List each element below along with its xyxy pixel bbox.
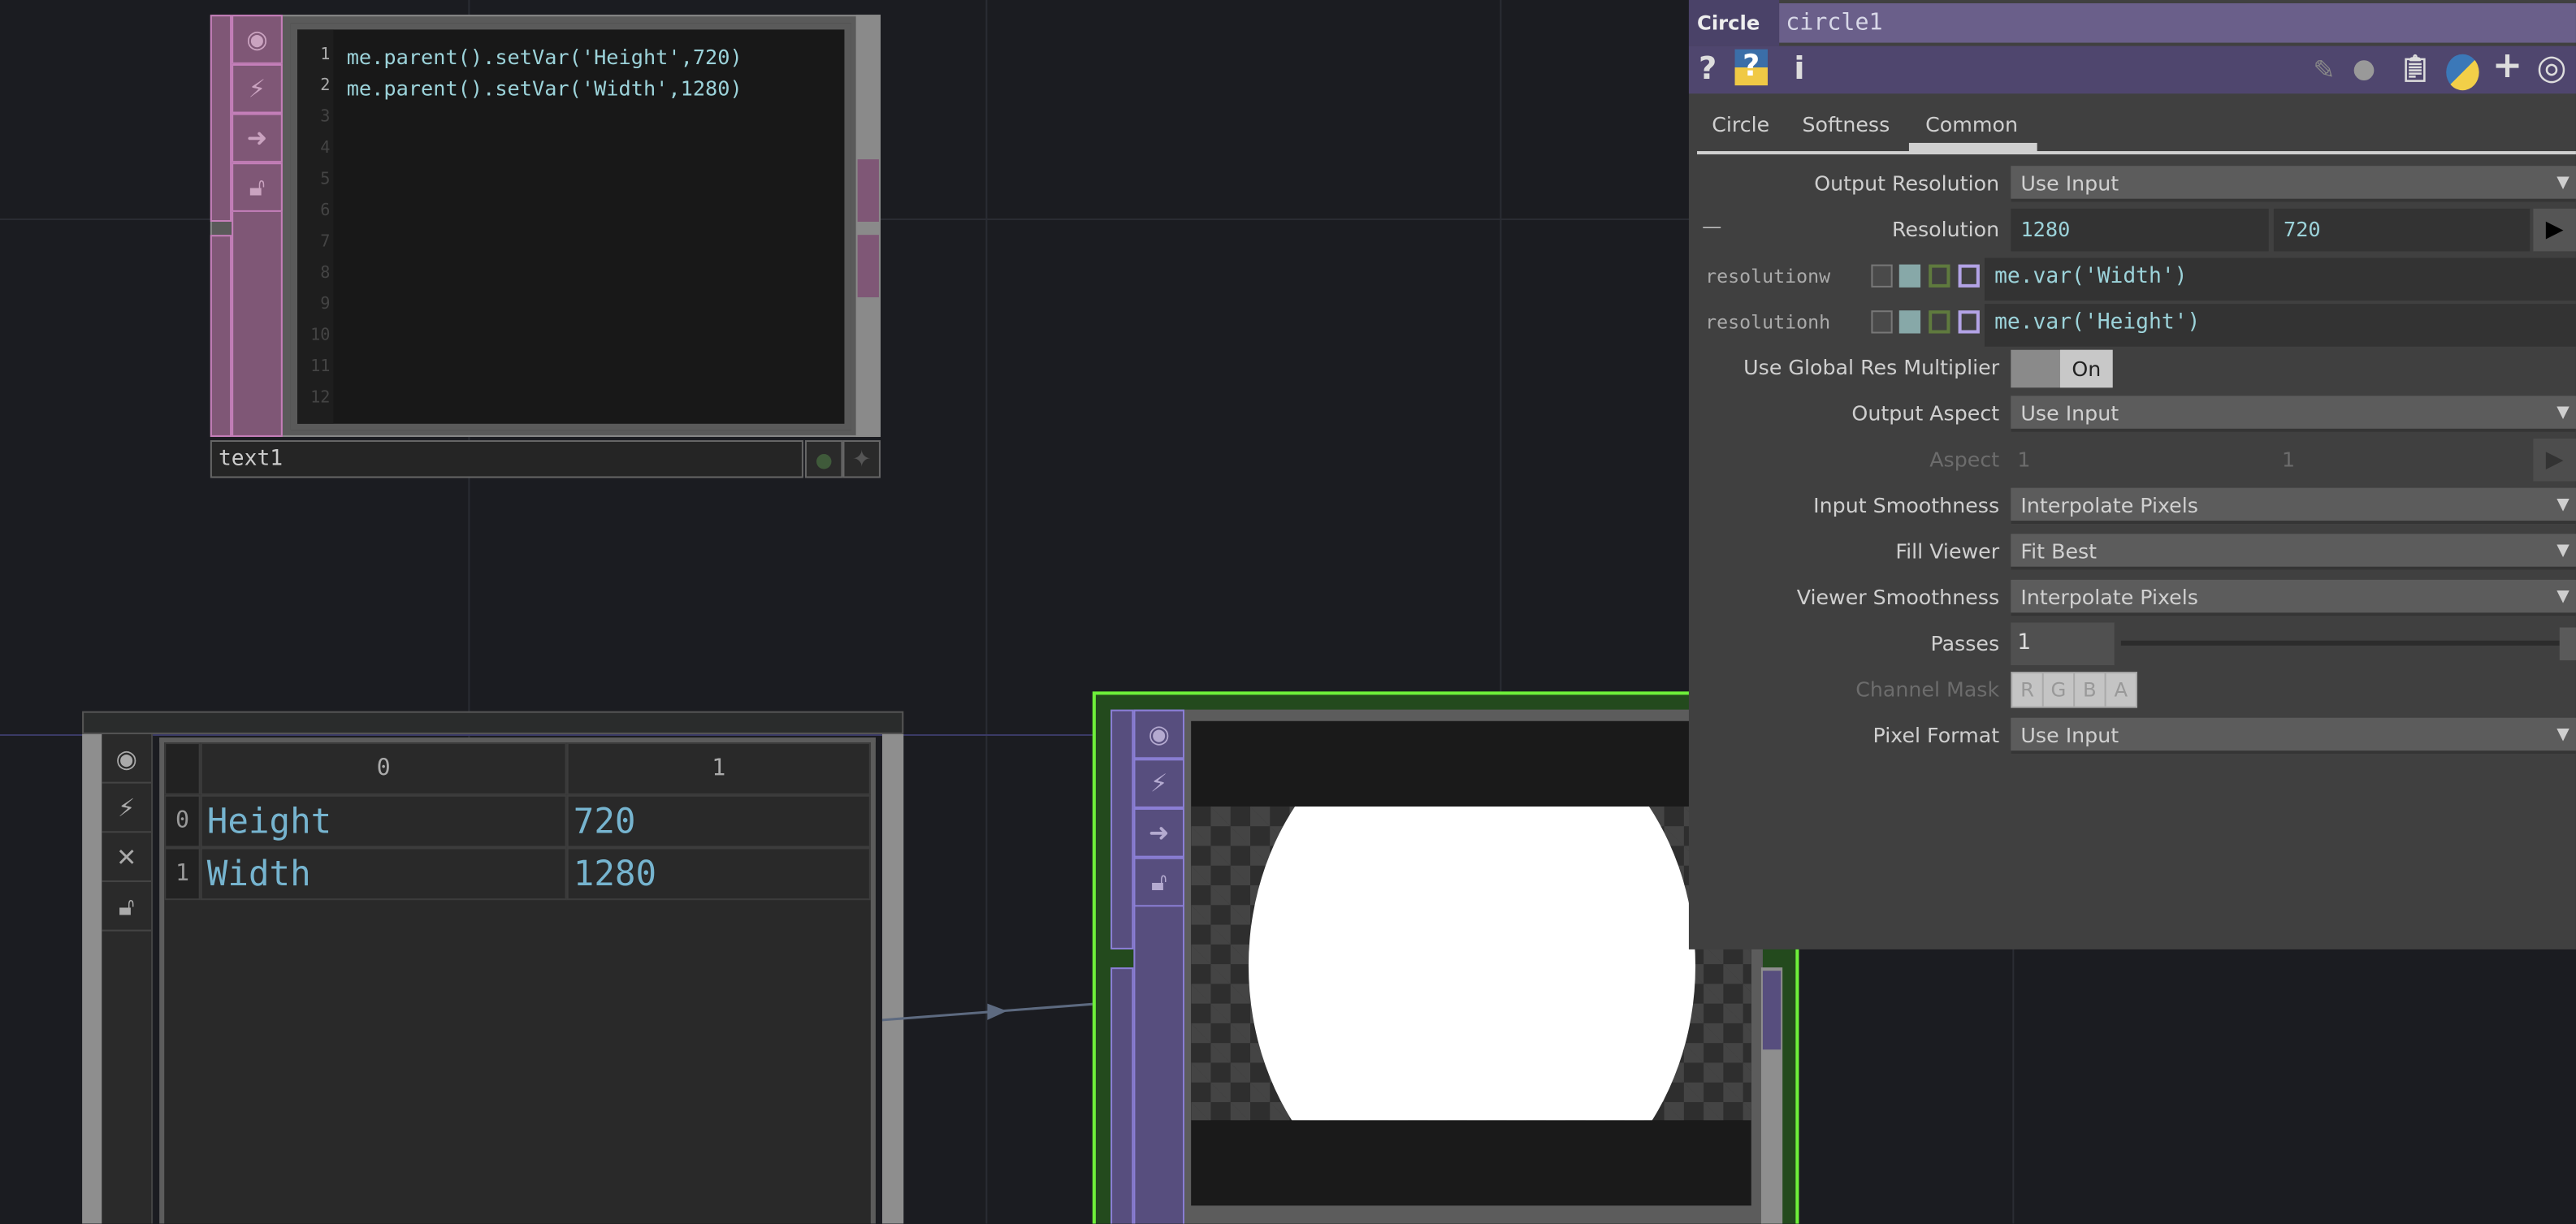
resolution-height-field[interactable]: 720 — [2273, 208, 2531, 252]
circle-output — [1248, 806, 1696, 1121]
aspect-field-2: 1 — [2281, 447, 2296, 472]
dropdown-value: Use Input — [2020, 171, 2119, 196]
op-type-label: Circle — [1688, 0, 1780, 46]
param-label: Resolution — [1892, 216, 2000, 242]
toggle-state: On — [2059, 349, 2113, 388]
resolutionh-expression-field[interactable]: me.var('Height') — [1984, 304, 2576, 347]
edit-pencil-icon[interactable]: ✎ — [2313, 54, 2335, 85]
param-label: Input Smoothness — [1813, 492, 2000, 518]
python-icon[interactable] — [2446, 54, 2479, 91]
param-label: Use Global Res Multiplier — [1743, 354, 2000, 380]
expand-arrow-icon[interactable]: ▶ — [2533, 208, 2576, 252]
target-icon[interactable]: ◎ — [2536, 48, 2566, 88]
dropdown-value: Interpolate Pixels — [2020, 584, 2198, 610]
tab-circle[interactable]: Circle — [1712, 112, 1769, 136]
wire-arrow-icon — [987, 1003, 1007, 1020]
dropdown-arrow-icon: ▼ — [2557, 587, 2570, 607]
clipboard-icon[interactable]: 📋︎ — [2399, 53, 2432, 84]
param-label: resolutionw — [1705, 264, 1831, 288]
param-label: Viewer Smoothness — [1796, 584, 2000, 610]
checkerboard — [1191, 806, 1751, 1121]
tab-common[interactable]: Common — [1925, 112, 2018, 136]
python-help-icon[interactable]: ? — [1734, 49, 1768, 86]
comment-icon[interactable]: ● — [2353, 53, 2375, 84]
lock-icon[interactable]: 🔓︎ — [1133, 857, 1185, 907]
dropdown-arrow-icon: ▼ — [2557, 495, 2570, 514]
input-connector[interactable] — [1110, 967, 1134, 1224]
active-tab-indicator — [1908, 142, 2037, 154]
expand-arrow-icon: ▶ — [2533, 438, 2576, 482]
collapse-icon[interactable]: — — [1702, 215, 1721, 238]
channel-mask-buttons: RGBA — [2011, 672, 2138, 708]
output-aspect-dropdown[interactable]: Use Input ▼ — [2011, 396, 2576, 432]
dropdown-value: Use Input — [2020, 722, 2119, 748]
dropdown-arrow-icon: ▼ — [2557, 542, 2570, 560]
tab-divider — [1697, 151, 2576, 155]
input-connector[interactable] — [1110, 709, 1134, 949]
channel-a-button[interactable]: A — [2106, 673, 2136, 707]
expression-mode-icon[interactable] — [1898, 310, 1921, 334]
cook-flag-icon[interactable]: ⚡ — [1133, 759, 1185, 808]
aspect-field-1: 1 — [2017, 447, 2031, 472]
export-mode-icon[interactable] — [1929, 310, 1950, 334]
output-connector[interactable] — [1762, 971, 1782, 1050]
param-label: Aspect — [1929, 447, 2000, 472]
passes-slider-track[interactable] — [2120, 640, 2565, 646]
input-smoothness-dropdown[interactable]: Interpolate Pixels ▼ — [2011, 487, 2576, 525]
export-arrow-icon[interactable]: ➜ — [1133, 807, 1185, 858]
param-label: Passes — [1930, 630, 2000, 655]
image-viewer[interactable] — [1191, 720, 1751, 1206]
channel-g-button[interactable]: G — [2043, 673, 2074, 707]
channel-r-button[interactable]: R — [2012, 673, 2042, 707]
fill-viewer-dropdown[interactable]: Fit Best ▼ — [2011, 534, 2576, 570]
pixel-format-dropdown[interactable]: Use Input ▼ — [2011, 717, 2576, 755]
expression-mode-icon[interactable] — [1898, 264, 1921, 288]
tab-softness[interactable]: Softness — [1802, 112, 1890, 136]
resolution-width-field[interactable]: 1280 — [2011, 208, 2269, 252]
param-label: resolutionh — [1705, 310, 1831, 334]
help-icon[interactable]: ? — [1699, 51, 1717, 87]
channel-b-button[interactable]: B — [2075, 673, 2105, 707]
viewer-toggle-icon[interactable]: ◉ — [1133, 709, 1185, 759]
dropdown-value: Fit Best — [2020, 538, 2098, 564]
bind-mode-icon[interactable] — [1958, 264, 1980, 288]
parameter-panel: Circle circle1 ? ? i ✎ ● 📋︎ + ◎ Circle S… — [1688, 0, 2576, 949]
param-label: Output Aspect — [1851, 400, 2000, 426]
param-label: Channel Mask — [1855, 677, 2000, 702]
viewer-smoothness-dropdown[interactable]: Interpolate Pixels ▼ — [2011, 579, 2576, 616]
dropdown-arrow-icon: ▼ — [2557, 725, 2570, 745]
bind-mode-icon[interactable] — [1958, 310, 1980, 334]
dropdown-value: Use Input — [2020, 400, 2119, 426]
export-mode-icon[interactable] — [1929, 264, 1950, 288]
passes-slider-handle[interactable] — [2559, 627, 2576, 660]
param-label: Fill Viewer — [1895, 538, 2000, 564]
param-label: Output Resolution — [1814, 171, 2000, 196]
plus-icon[interactable]: + — [2492, 46, 2522, 88]
param-toolbar — [1688, 45, 2576, 94]
constant-mode-icon[interactable] — [1871, 310, 1893, 334]
param-label: Pixel Format — [1872, 722, 2000, 748]
passes-field[interactable]: 1 — [2011, 622, 2115, 666]
constant-mode-icon[interactable] — [1871, 264, 1893, 288]
dropdown-arrow-icon: ▼ — [2557, 174, 2570, 192]
op-name-field[interactable]: circle1 — [1779, 3, 2576, 43]
dropdown-value: Interpolate Pixels — [2020, 492, 2198, 518]
output-resolution-dropdown[interactable]: Use Input ▼ — [2011, 166, 2576, 202]
info-icon[interactable]: i — [1794, 51, 1804, 87]
dropdown-arrow-icon: ▼ — [2557, 404, 2570, 422]
resolutionw-expression-field[interactable]: me.var('Width') — [1984, 257, 2576, 301]
network-editor[interactable]: ◉ ⚡ ➜ 🔓︎ 1 2 3 4 5 6 7 8 9 10 11 12 me.parent().set… — [0, 0, 2576, 1224]
global-res-toggle[interactable]: On — [2011, 349, 2113, 388]
